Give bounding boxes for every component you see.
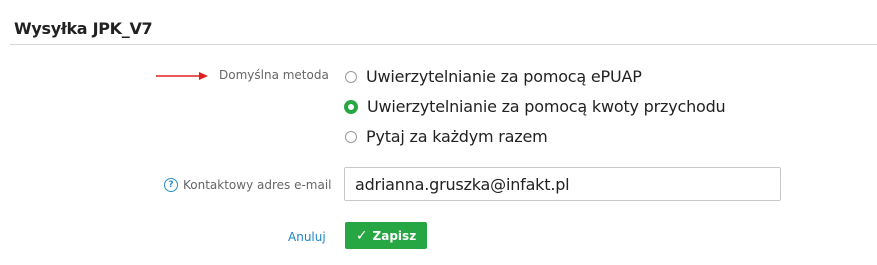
- radio-option-epuap[interactable]: Uwierzytelnianie za pomocą ePUAP: [345, 67, 642, 86]
- default-method-label: Domyślna metoda: [219, 68, 329, 82]
- radio-button-ask-every-time[interactable]: [345, 130, 357, 143]
- save-button[interactable]: ✓ Zapisz: [345, 222, 427, 249]
- contact-email-label-row: ? Kontaktowy adres e-mail: [164, 178, 332, 192]
- section-divider: [10, 44, 877, 45]
- radio-option-ask-every-time[interactable]: Pytaj za każdym razem: [345, 127, 548, 146]
- radio-button-epuap[interactable]: [345, 70, 357, 83]
- radio-label-income-amount[interactable]: Uwierzytelnianie za pomocą kwoty przycho…: [367, 97, 726, 116]
- radio-option-income-amount[interactable]: Uwierzytelnianie za pomocą kwoty przycho…: [344, 97, 726, 116]
- save-button-label: Zapisz: [372, 228, 417, 243]
- radio-button-income-amount[interactable]: [344, 99, 358, 114]
- check-icon: ✓: [355, 227, 368, 244]
- contact-email-input[interactable]: [344, 167, 781, 201]
- section-title: Wysyłka JPK_V7: [14, 19, 153, 38]
- contact-email-label: Kontaktowy adres e-mail: [183, 178, 332, 192]
- cancel-link[interactable]: Anuluj: [288, 230, 326, 244]
- arrow-right-icon: [156, 72, 208, 80]
- help-icon[interactable]: ?: [164, 178, 178, 192]
- radio-label-ask-every-time[interactable]: Pytaj za każdym razem: [366, 127, 548, 146]
- radio-label-epuap[interactable]: Uwierzytelnianie za pomocą ePUAP: [366, 67, 642, 86]
